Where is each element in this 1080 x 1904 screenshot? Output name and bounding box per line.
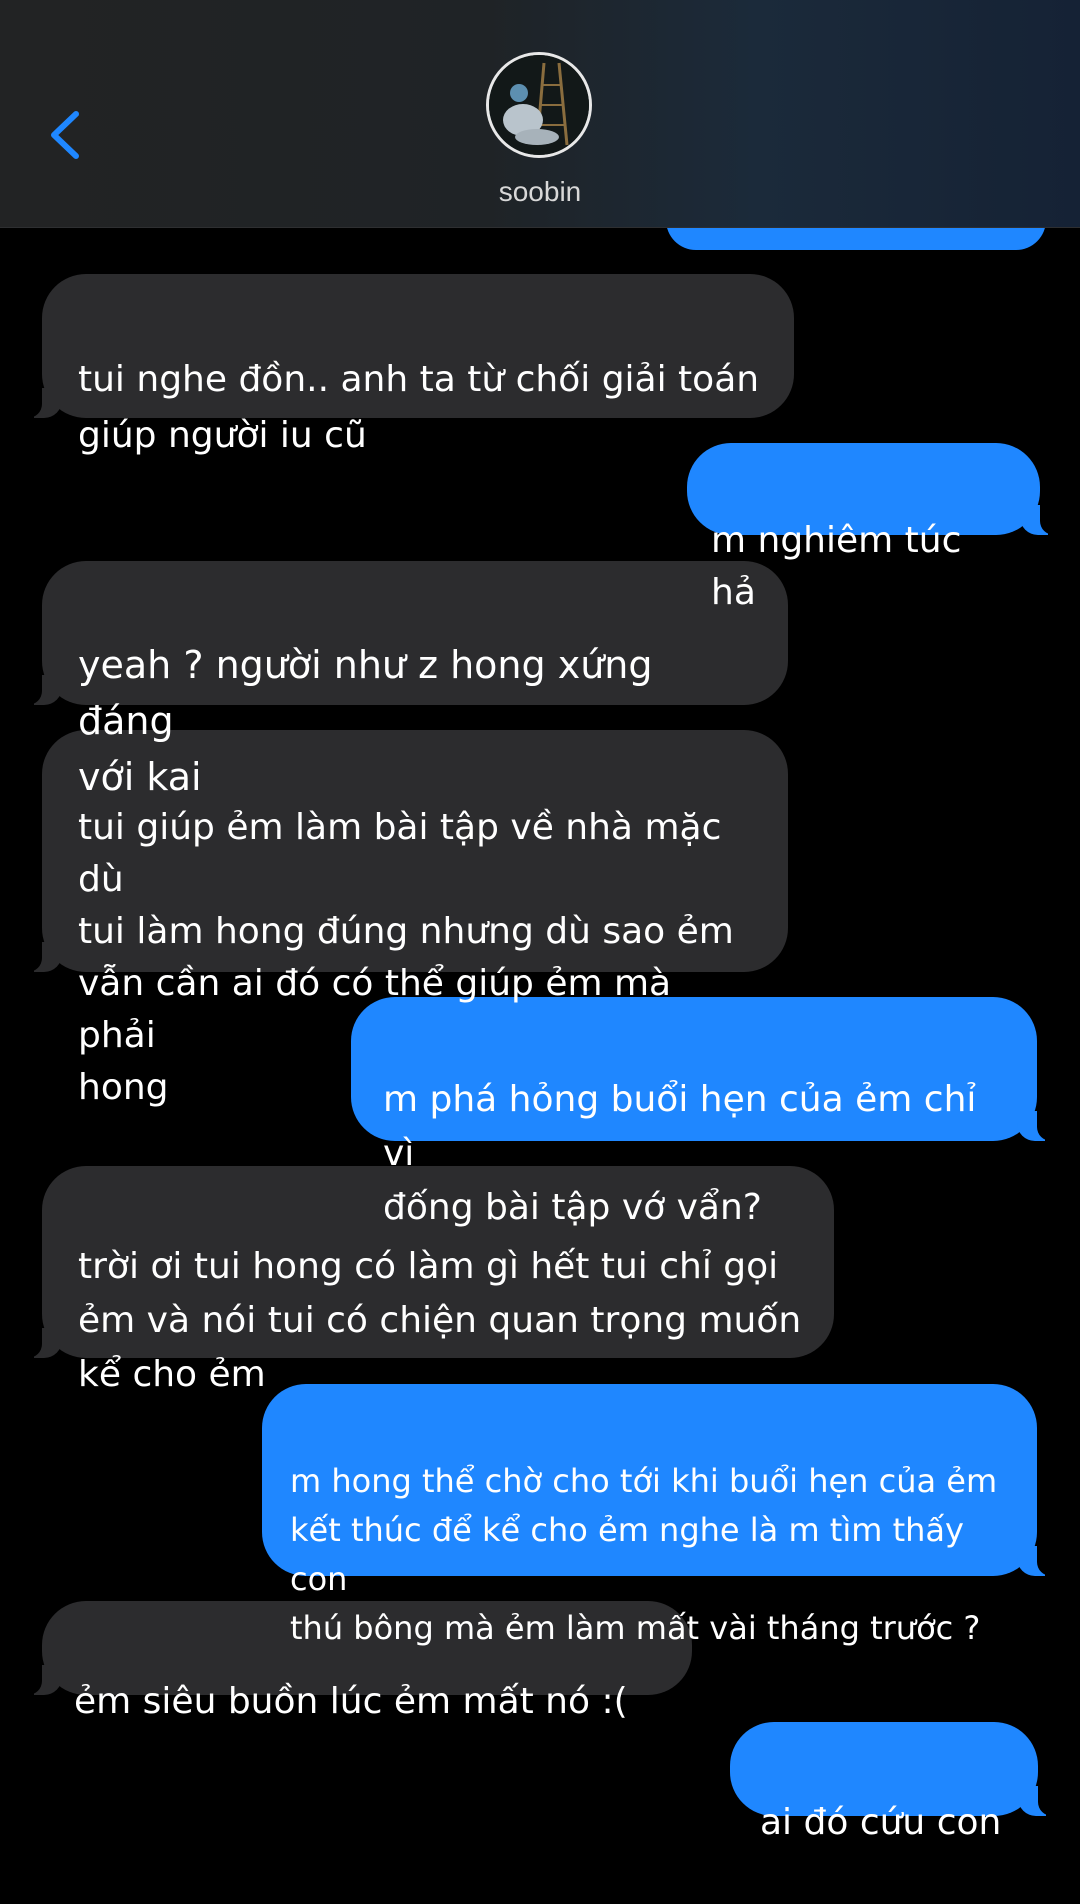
chevron-left-icon [51, 111, 79, 159]
message-text: ẻm siêu buồn lúc ẻm mất nó :( [74, 1681, 628, 1722]
incoming-message[interactable]: yeah ? người như z hong xứng đáng với ka… [24, 561, 788, 799]
message-text: tui giúp ẻm làm bài tập về nhà mặc dù tu… [78, 807, 734, 1108]
message-text: tui nghe đồn.. anh ta từ chối giải toán … [78, 359, 760, 456]
back-button[interactable] [36, 100, 96, 170]
message-text: ai đó cứu con [760, 1802, 1002, 1843]
avatar-photo [489, 55, 589, 155]
message-text: trời ơi tui hong có làm gì hết tui chỉ g… [78, 1246, 802, 1395]
outgoing-message[interactable]: ai đó cứu con [730, 1722, 1056, 1843]
contact-avatar[interactable] [486, 52, 592, 158]
outgoing-message[interactable]: m hong thể chờ cho tới khi buổi hẹn của … [262, 1384, 1055, 1647]
incoming-message[interactable]: tui nghe đồn.. anh ta từ chối giải toán … [24, 274, 794, 456]
message-text: yeah ? người như z hong xứng đáng với ka… [78, 643, 653, 799]
message-text: m nghiêm túc hả [711, 520, 962, 613]
message-text: m hong thể chờ cho tới khi buổi hẹn của … [290, 1462, 998, 1647]
message-text: m phá hỏng buổi hẹn của ẻm chỉ vì đống b… [383, 1079, 977, 1228]
contact-name[interactable]: soobin [0, 176, 1080, 208]
chat-header: soobin [0, 0, 1080, 228]
